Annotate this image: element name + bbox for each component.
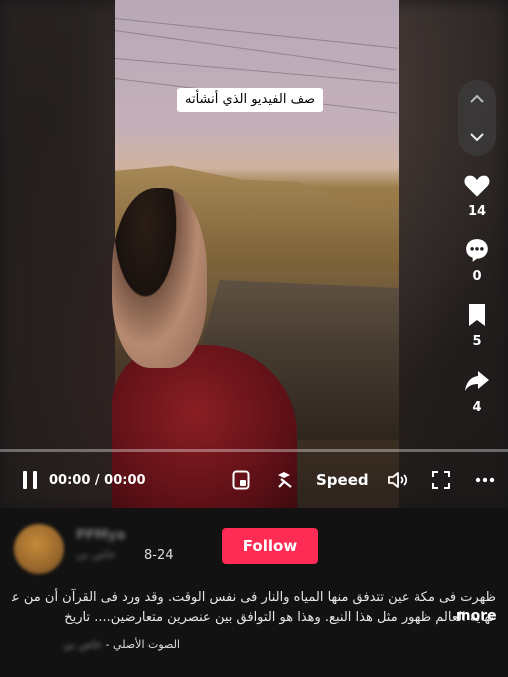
sound-label: الصوت الأصلي - <box>105 638 180 651</box>
comment-action: 0 <box>458 235 496 284</box>
heart-icon <box>464 175 490 197</box>
floating-player-button[interactable] <box>228 458 254 502</box>
share-action: 4 <box>458 366 496 415</box>
speed-button[interactable]: Speed <box>316 458 369 502</box>
author-username[interactable]: PPMya <box>76 528 125 543</box>
share-count: 4 <box>472 400 482 415</box>
video-description: ظهرت فى مكة عين تتدفق منها المياه والنار… <box>12 588 496 628</box>
comment-button[interactable] <box>458 235 496 265</box>
progress-bar[interactable] <box>0 449 508 452</box>
like-button[interactable] <box>458 170 496 200</box>
description-line: نهاية العالم ظهور مثل هذا النبع. وهذا هو… <box>64 610 494 625</box>
player-controls: 00:00 / 00:00 Speed <box>0 458 508 502</box>
video-info: PPMya خاص بي 8-24 Follow ظهرت فى مكة عين… <box>0 508 508 677</box>
chevron-up-icon <box>470 94 484 103</box>
next-video-button[interactable] <box>458 118 496 156</box>
sound-owner: خاص بي <box>62 638 103 651</box>
video-player[interactable]: صف الفيديو الذي أنشأته 14 0 5 4 00:00 / … <box>0 0 508 508</box>
person-head <box>112 188 207 368</box>
like-count: 14 <box>467 204 487 219</box>
bookmark-icon <box>469 304 485 326</box>
video-caption: صف الفيديو الذي أنشأته <box>177 88 324 112</box>
power-line <box>115 18 398 49</box>
save-action: 5 <box>458 300 496 349</box>
more-dots-icon <box>475 477 495 483</box>
video-navigation <box>458 80 496 156</box>
previous-video-button[interactable] <box>458 80 496 118</box>
sound-link[interactable]: الصوت الأصلي - خاص بي <box>10 638 180 656</box>
like-action: 14 <box>458 170 496 219</box>
power-line <box>115 30 397 71</box>
fullscreen-icon <box>432 471 450 489</box>
pause-button[interactable] <box>16 458 44 502</box>
chevron-down-icon <box>470 133 484 142</box>
share-arrow-icon <box>465 371 489 391</box>
time-display: 00:00 / 00:00 <box>49 472 146 488</box>
comment-count: 0 <box>472 269 482 284</box>
auto-scroll-button[interactable] <box>272 458 298 502</box>
volume-icon <box>388 472 408 488</box>
power-line <box>115 58 398 84</box>
avatar[interactable] <box>14 524 64 574</box>
follow-button[interactable]: Follow <box>222 528 318 564</box>
description-line: ظهرت فى مكة عين تتدفق منها المياه والنار… <box>12 590 496 605</box>
fullscreen-button[interactable] <box>430 458 452 502</box>
share-button[interactable] <box>458 366 496 396</box>
save-button[interactable] <box>458 300 496 330</box>
comment-icon <box>466 239 488 262</box>
pause-icon <box>23 471 37 489</box>
author-subtitle: خاص بي <box>76 548 116 561</box>
more-options-button[interactable] <box>474 458 496 502</box>
mini-player-icon <box>232 470 250 490</box>
save-count: 5 <box>472 334 482 349</box>
post-date: 8-24 <box>144 548 174 563</box>
volume-button[interactable] <box>385 458 411 502</box>
auto-scroll-icon <box>278 472 292 488</box>
more-link[interactable]: more <box>456 608 497 624</box>
